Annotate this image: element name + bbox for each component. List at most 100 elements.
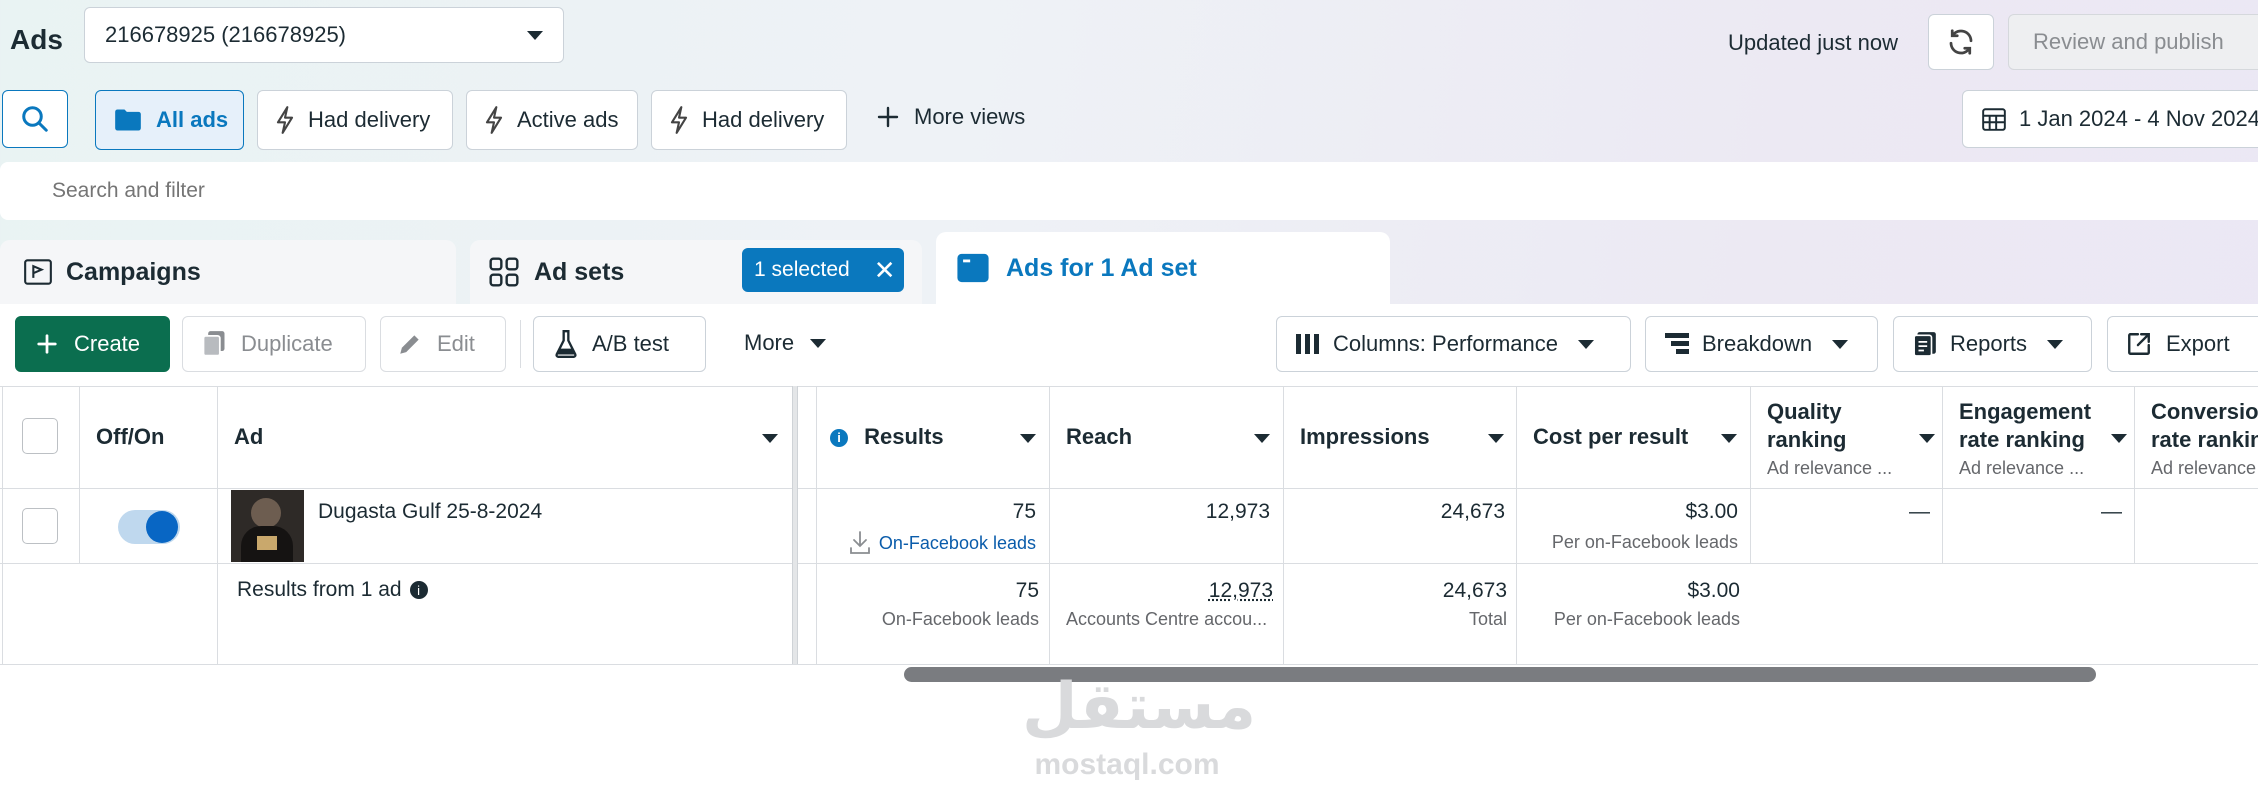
breakdown-icon (1664, 332, 1690, 356)
flag-icon (24, 259, 52, 285)
row-impressions: 24,673 (1300, 500, 1505, 524)
ad-thumbnail[interactable] (231, 490, 304, 562)
create-label: Create (74, 331, 140, 357)
tab-ad-sets-label: Ad sets (534, 258, 624, 287)
lightning-icon (668, 106, 690, 134)
sort-chevron-icon (2111, 434, 2127, 443)
summary-impressions: 24,673 Total (1300, 579, 1507, 630)
more-button[interactable]: More (744, 330, 826, 356)
header-cost-per-result[interactable]: Cost per result (1533, 388, 1745, 488)
export-label: Export (2166, 331, 2230, 357)
row-cost-value: $3.00 (1533, 500, 1738, 524)
row-quality: — (1767, 500, 1930, 524)
sort-chevron-icon (1721, 434, 1737, 443)
summary-cost: $3.00 Per on-Facebook leads (1533, 579, 1740, 630)
selected-badge-label: 1 selected (754, 258, 850, 282)
col-divider (2, 386, 3, 664)
header-ad[interactable]: Ad (234, 388, 784, 488)
col-divider (2134, 386, 2135, 563)
review-publish-label: Review and publish (2033, 29, 2224, 55)
account-select[interactable]: 216678925 (216678925) (84, 7, 564, 63)
sort-chevron-icon (1919, 434, 1935, 443)
breakdown-label: Breakdown (1702, 331, 1812, 357)
sort-chevron-icon (762, 434, 778, 443)
reports-button[interactable]: Reports (1893, 316, 2092, 372)
row-results: 75 On-Facebook leads (830, 500, 1036, 556)
header-reach[interactable]: Reach (1066, 388, 1278, 488)
breakdown-button[interactable]: Breakdown (1645, 316, 1878, 372)
chevron-down-icon (1578, 340, 1594, 349)
create-button[interactable]: Create (15, 316, 170, 372)
header-engagement-sub: Ad relevance ... (1959, 454, 2127, 482)
calendar-icon (1981, 106, 2007, 132)
info-icon[interactable]: i (830, 429, 848, 447)
header-bottom-border (0, 488, 2258, 489)
edit-button[interactable]: Edit (380, 316, 506, 372)
search-button[interactable] (2, 90, 68, 148)
lightning-icon (274, 106, 296, 134)
more-views-button[interactable]: More views (876, 104, 1025, 130)
reports-icon (1912, 331, 1938, 357)
export-button[interactable]: Export (2107, 316, 2258, 372)
header-quality-ranking[interactable]: Quality ranking Ad relevance ... (1767, 388, 1935, 488)
view-had-delivery-2[interactable]: Had delivery (651, 90, 847, 150)
table-top-border (0, 386, 2258, 387)
sort-chevron-icon (1488, 434, 1504, 443)
header-quality-label: Quality ranking (1767, 398, 1887, 454)
header-engagement-ranking[interactable]: Engagement rate ranking Ad relevance ... (1959, 388, 2127, 488)
tab-campaigns[interactable]: Campaigns (0, 240, 456, 304)
chevron-down-icon (2047, 340, 2063, 349)
summary-cost-sub: Per on-Facebook leads (1533, 609, 1740, 630)
view-all-ads[interactable]: All ads (95, 90, 244, 150)
header-impressions[interactable]: Impressions (1300, 388, 1512, 488)
ad-toggle[interactable] (118, 510, 180, 544)
chevron-down-icon (810, 339, 826, 348)
header-off-on[interactable]: Off/On (96, 388, 164, 488)
folder-icon (114, 108, 142, 132)
col-divider (1750, 386, 1751, 563)
ad-name[interactable]: Dugasta Gulf 25-8-2024 (318, 500, 542, 524)
col-divider (1049, 386, 1050, 664)
duplicate-button[interactable]: Duplicate (182, 316, 366, 372)
row-checkbox[interactable] (22, 508, 58, 544)
col-divider (217, 386, 218, 664)
pencil-icon (397, 331, 423, 357)
review-publish-button[interactable]: Review and publish (2008, 14, 2258, 70)
row-results-link[interactable]: On-Facebook leads (830, 530, 1036, 556)
duplicate-icon (201, 330, 227, 358)
header-results[interactable]: i Results (830, 388, 1042, 488)
more-views-label: More views (914, 104, 1025, 130)
header-ad-label: Ad (234, 424, 263, 449)
col-divider (79, 386, 80, 563)
refresh-button[interactable] (1928, 14, 1994, 70)
header-impressions-label: Impressions (1300, 424, 1430, 449)
header-results-label: Results (864, 424, 943, 449)
info-icon[interactable]: i (410, 581, 428, 599)
header-conversion-ranking[interactable]: Conversion rate ranking Ad relevance (2151, 388, 2258, 488)
sort-chevron-icon (1254, 434, 1270, 443)
chevron-down-icon (1832, 340, 1848, 349)
search-icon (20, 104, 50, 134)
tab-ads[interactable]: Ads for 1 Ad set (936, 232, 1390, 304)
plus-icon (36, 333, 58, 355)
selected-badge[interactable]: 1 selected ✕ (742, 248, 904, 292)
view-had-delivery-2-label: Had delivery (702, 107, 824, 133)
ab-test-button[interactable]: A/B test (533, 316, 706, 372)
close-icon[interactable]: ✕ (874, 255, 896, 286)
tab-ad-sets[interactable]: Ad sets 1 selected ✕ (470, 240, 922, 304)
lightning-icon (483, 106, 505, 134)
summary-label: Results from 1 ad i (237, 578, 428, 602)
columns-button[interactable]: Columns: Performance (1276, 316, 1631, 372)
watermark-arabic: مستقل (1022, 670, 1232, 744)
select-all-checkbox[interactable] (22, 418, 58, 454)
summary-reach-value[interactable]: 12,973 (1066, 579, 1273, 603)
search-filter-bar[interactable] (0, 162, 2258, 220)
account-select-value: 216678925 (216678925) (105, 22, 346, 48)
view-active-ads[interactable]: Active ads (466, 90, 638, 150)
summary-cost-value: $3.00 (1533, 579, 1740, 603)
summary-results-value: 75 (830, 579, 1039, 603)
view-had-delivery-1[interactable]: Had delivery (257, 90, 453, 150)
summary-impressions-value: 24,673 (1300, 579, 1507, 603)
search-input[interactable] (50, 172, 954, 210)
date-range-picker[interactable]: 1 Jan 2024 - 4 Nov 2024 (1962, 90, 2258, 148)
